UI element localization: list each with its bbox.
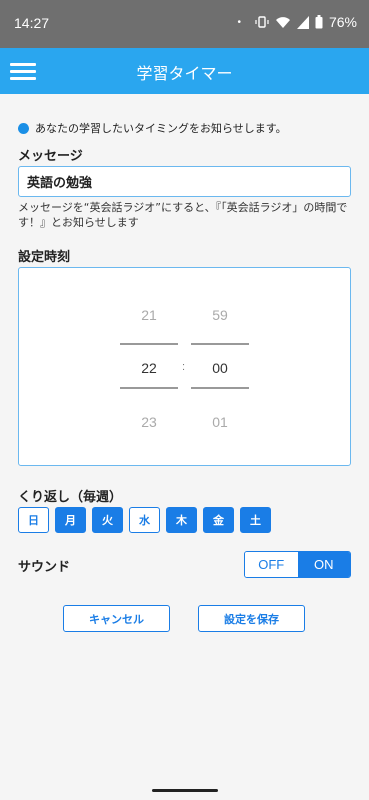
minute-next[interactable]: 01 [191, 414, 249, 430]
day-tue-button[interactable]: 火 [92, 507, 123, 533]
hour-selected[interactable]: 22 [120, 360, 178, 376]
status-bar: 14:27 • 76% [0, 0, 369, 48]
cancel-button[interactable]: キャンセル [63, 605, 170, 632]
minute-prev[interactable]: 59 [191, 307, 249, 323]
message-hint: メッセージを“英会話ラジオ”にすると、『「英会話ラジオ」の時間です！』とお知らせ… [18, 201, 348, 229]
day-wed-button[interactable]: 水 [129, 507, 160, 533]
minute-divider-bottom [191, 387, 249, 389]
save-settings-button[interactable]: 設定を保存 [198, 605, 305, 632]
day-thu-button[interactable]: 木 [166, 507, 197, 533]
time-label: 設定時刻 [18, 250, 71, 265]
wifi-icon [275, 15, 291, 29]
hour-next[interactable]: 23 [120, 414, 178, 430]
sound-label: サウンド [18, 560, 71, 575]
repeat-days: 日 月 火 水 木 金 土 [18, 507, 271, 533]
vibrate-icon [255, 15, 269, 29]
day-fri-button[interactable]: 金 [203, 507, 234, 533]
time-separator: : [182, 361, 186, 373]
minute-divider-top [191, 343, 249, 345]
hour-prev[interactable]: 21 [120, 307, 178, 323]
gesture-nav-handle[interactable] [152, 789, 218, 792]
app-bar: 学習タイマー [0, 48, 369, 94]
day-sun-button[interactable]: 日 [18, 507, 49, 533]
page-title: 学習タイマー [136, 64, 233, 83]
time-picker[interactable]: 21 22 23 : 59 00 01 [18, 267, 351, 466]
status-time: 14:27 [14, 15, 50, 31]
status-icons: • 76% [237, 14, 357, 30]
info-dot-icon [18, 122, 29, 134]
day-sat-button[interactable]: 土 [240, 507, 271, 533]
hour-divider-bottom [120, 387, 178, 389]
battery-icon [315, 15, 323, 29]
sound-off-button[interactable]: OFF [245, 552, 298, 577]
battery-percent: 76% [328, 14, 357, 30]
day-mon-button[interactable]: 月 [55, 507, 86, 533]
sound-on-button[interactable]: ON [297, 552, 350, 577]
sound-toggle: OFF ON [244, 551, 351, 578]
repeat-label: くり返し（毎週） [18, 490, 123, 505]
signal-icon [296, 15, 309, 29]
info-line: あなたの学習したいタイミングをお知らせします。 [18, 120, 287, 136]
hour-divider-top [120, 343, 178, 345]
message-label: メッセージ [18, 149, 83, 164]
info-text: あなたの学習したいタイミングをお知らせします。 [35, 122, 287, 135]
message-input[interactable] [18, 166, 351, 197]
notification-dot: • [237, 16, 241, 28]
minute-selected[interactable]: 00 [191, 360, 249, 376]
